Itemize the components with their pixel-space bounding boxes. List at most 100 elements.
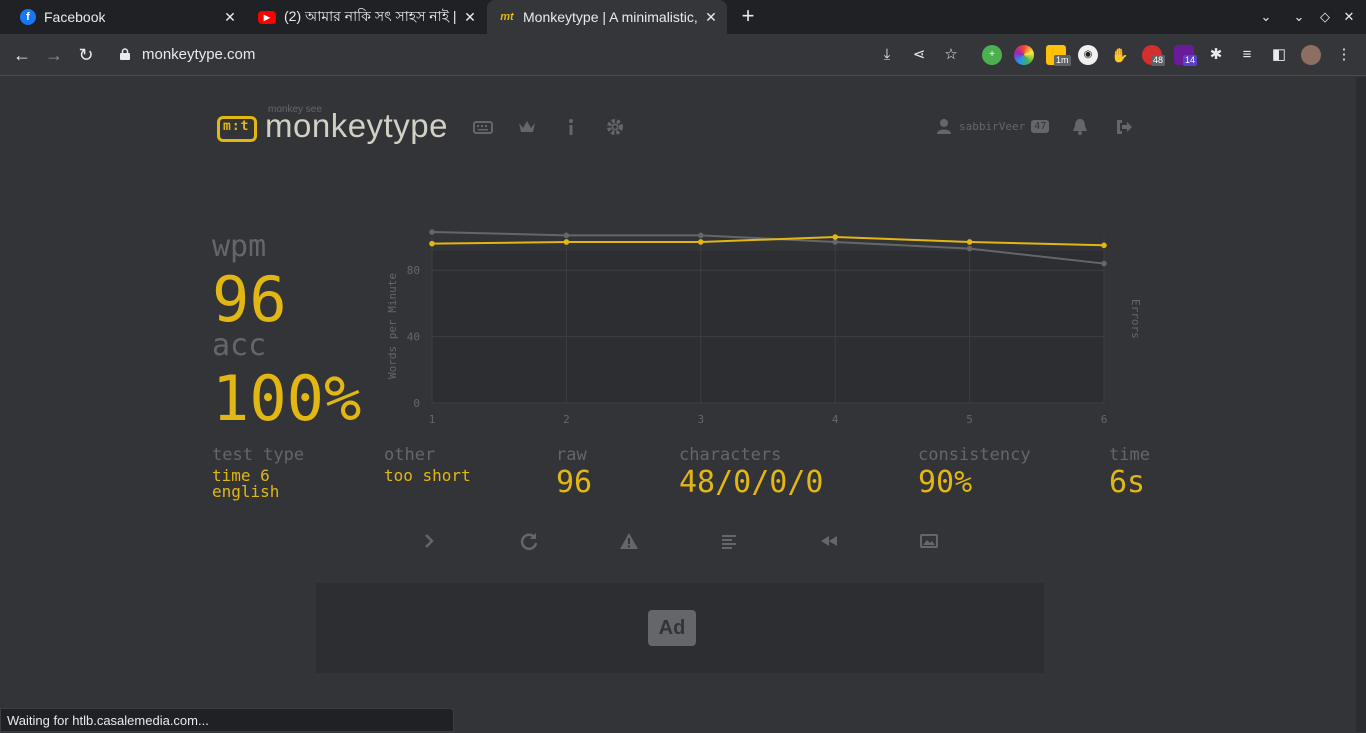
tab-search-icon[interactable]: ⌄ [1257, 8, 1275, 26]
screenshot-image-icon[interactable] [918, 530, 940, 552]
scrollbar[interactable] [1356, 77, 1366, 732]
data-point [698, 239, 704, 245]
x-tick-label: 5 [966, 413, 973, 426]
data-point [429, 240, 435, 247]
forward-button[interactable]: → [42, 43, 66, 67]
x-tick-label: 3 [697, 413, 704, 426]
account-button[interactable]: sabbirVeer 47 [936, 118, 1050, 134]
back-button[interactable]: ← [10, 43, 34, 67]
data-point [1101, 242, 1107, 249]
address-bar[interactable]: monkeytype.com [112, 39, 972, 71]
time-label: time [1109, 445, 1150, 465]
browser-toolbar: ← → ↻ monkeytype.com ⤓ ⋖ ☆ + 1m ◉ ✋ 48 1… [0, 34, 1366, 76]
y-axis-label: Words per Minute [386, 273, 399, 379]
tab-facebook[interactable]: f Facebook ✕ [8, 0, 246, 34]
reload-button[interactable]: ↻ [74, 43, 98, 67]
x-tick-label: 2 [563, 413, 570, 426]
data-point [1101, 260, 1107, 267]
info-icon[interactable] [560, 117, 582, 137]
status-bar: Waiting for htlb.casalemedia.com... [0, 708, 454, 732]
x-tick-label: 4 [832, 413, 839, 426]
time-value: 6s [1109, 465, 1146, 500]
share-icon[interactable]: ⋖ [909, 45, 929, 65]
logo-text: monkeytype [265, 107, 448, 144]
profile-avatar[interactable] [1301, 45, 1321, 65]
sign-out-icon[interactable] [1113, 117, 1135, 137]
tab-title: Monkeytype | A minimalistic, [523, 9, 698, 25]
wpm-value: 96 [212, 263, 287, 336]
data-point [966, 239, 973, 245]
monkeytype-page: m:t monkey see monkeytype sabbirVeer 47 … [0, 77, 1366, 732]
facebook-icon: f [20, 9, 36, 25]
browser-tab-bar: f Facebook ✕ ▶ (2) আমার নাকি সৎ সাহস নাই… [0, 0, 1366, 34]
other-label: other [384, 445, 436, 465]
data-point [429, 229, 435, 235]
ad-label: Ad [648, 610, 696, 646]
wpm-chart[interactable]: 0 40 80 1 2 3 4 5 6 Words per Minute Errors [384, 227, 1144, 427]
data-point [832, 234, 838, 240]
data-point [832, 239, 838, 245]
extension-chatgpt-icon[interactable]: ◉ [1078, 45, 1098, 65]
monkeytype-logo-icon: m:t [217, 116, 257, 142]
minimize-icon[interactable]: ⌄ [1290, 8, 1308, 26]
x-tick-label: 6 [1101, 413, 1108, 426]
warning-icon[interactable] [618, 530, 640, 552]
characters-label: characters [679, 445, 782, 465]
extension-badge: 48 [1151, 55, 1166, 66]
acc-label: acc [212, 328, 267, 363]
data-point [966, 245, 973, 252]
media-control-icon[interactable]: ≡ [1237, 45, 1257, 65]
other-value: too short [384, 466, 471, 485]
replay-backward-icon[interactable] [818, 530, 840, 552]
chart-plot-area [432, 251, 1104, 403]
tab-youtube[interactable]: ▶ (2) আমার নাকি সৎ সাহস নাই | | C ✕ [246, 0, 486, 34]
close-window-icon[interactable]: ✕ [1340, 8, 1358, 26]
data-point [563, 232, 570, 239]
extension-badge: 1m [1054, 55, 1071, 66]
lock-icon [120, 48, 130, 60]
restart-icon[interactable] [518, 530, 540, 552]
bell-icon[interactable] [1069, 117, 1091, 137]
monkeytype-icon: mt [500, 11, 514, 23]
tab-title: Facebook [44, 9, 106, 25]
keyboard-icon[interactable] [472, 117, 494, 137]
characters-value: 48/0/0/0 [679, 465, 824, 500]
consistency-label: consistency [918, 445, 1031, 465]
tab-monkeytype[interactable]: mt Monkeytype | A minimalistic, ✕ [487, 0, 727, 34]
settings-gear-icon[interactable] [604, 117, 626, 137]
ad-banner[interactable]: Ad [316, 583, 1044, 673]
url-text: monkeytype.com [142, 46, 256, 63]
more-menu-icon[interactable]: ⋮ [1334, 45, 1354, 65]
next-test-chevron-icon[interactable] [418, 530, 440, 552]
extension-badge: 14 [1183, 55, 1198, 66]
install-icon[interactable]: ⤓ [877, 45, 897, 65]
close-icon[interactable]: ✕ [462, 9, 478, 25]
crown-icon[interactable] [516, 117, 538, 137]
x-tick-label: 1 [429, 413, 436, 426]
y-tick-label: 0 [413, 397, 420, 410]
y2-axis-label: Errors [1129, 299, 1142, 339]
test-type-language[interactable]: english [212, 482, 279, 501]
username: sabbirVeer [959, 119, 1026, 133]
data-point [698, 232, 704, 239]
puzzle-extensions-icon[interactable]: ✱ [1206, 45, 1226, 65]
consistency-value: 90% [918, 465, 973, 500]
level-badge: 47 [1031, 119, 1050, 133]
y-tick-label: 80 [407, 264, 420, 277]
bookmark-star-icon[interactable]: ☆ [941, 45, 961, 65]
close-icon[interactable]: ✕ [222, 9, 238, 25]
wpm-label: wpm [212, 229, 267, 264]
extension-green-plus-icon[interactable]: + [982, 45, 1002, 65]
word-history-icon[interactable] [718, 530, 740, 552]
close-icon[interactable]: ✕ [703, 9, 719, 25]
user-icon [937, 119, 951, 134]
extension-colorwheel-icon[interactable] [1014, 45, 1034, 65]
side-panel-icon[interactable]: ◧ [1269, 45, 1289, 65]
tab-title: (2) আমার নাকি সৎ সাহস নাই | | C [284, 8, 460, 24]
y-tick-label: 40 [407, 331, 420, 344]
youtube-icon: ▶ [258, 10, 276, 24]
extension-paw-icon[interactable]: ✋ [1110, 45, 1130, 65]
restore-icon[interactable]: ◇ [1316, 8, 1334, 26]
new-tab-button[interactable]: + [738, 5, 758, 28]
raw-label: raw [556, 445, 587, 465]
